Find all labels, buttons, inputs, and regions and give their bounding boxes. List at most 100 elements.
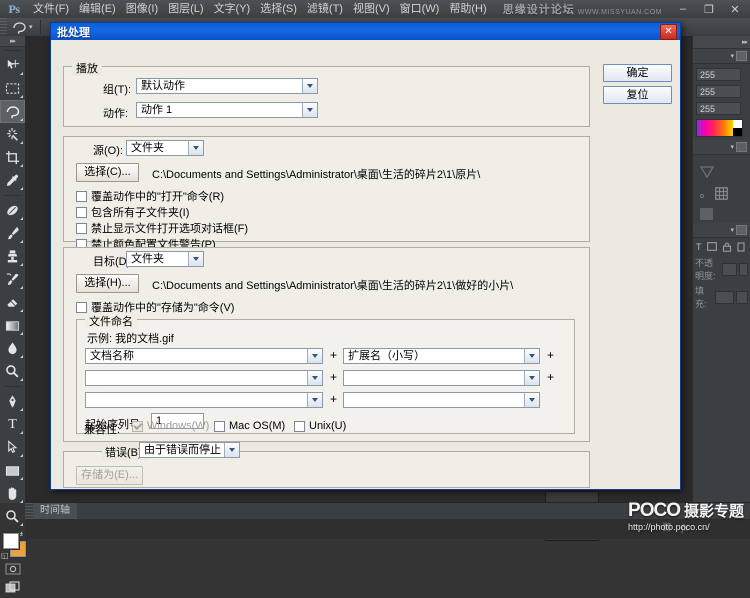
color-green-field[interactable]: 255 [696, 85, 741, 98]
checkbox-box[interactable] [76, 302, 87, 313]
menu-select[interactable]: 选择(S) [255, 0, 302, 18]
naming-row-2-left-dropdown[interactable] [85, 370, 323, 386]
chevron-down-icon[interactable] [302, 103, 317, 117]
white-swatch[interactable] [733, 120, 742, 128]
white-black-swatches[interactable] [733, 120, 742, 136]
chevron-down-icon[interactable] [307, 371, 322, 385]
batch-dialog[interactable]: 批处理 ✕ 确定 复位 播放 组(T): 默认动作 动作: 动作 1 [50, 22, 681, 490]
checkbox-box[interactable] [214, 421, 225, 432]
naming-row-1-right-dropdown[interactable]: 扩展名（小写） [343, 348, 540, 364]
override-open-checkbox[interactable]: 覆盖动作中的"打开"命令(R) [76, 188, 224, 204]
chevron-down-icon[interactable] [188, 141, 203, 155]
chevron-down-icon[interactable] [224, 443, 239, 457]
layer-style-fx-icon[interactable]: fx [682, 523, 689, 533]
suppress-open-dialogs-checkbox[interactable]: 禁止显示文件打开选项对话框(F) [76, 220, 248, 236]
fill-input[interactable] [715, 291, 734, 304]
naming-row-3-right-dropdown[interactable] [343, 392, 540, 408]
tool-history-brush[interactable] [0, 268, 25, 291]
restore-icon[interactable]: ❐ [696, 1, 722, 17]
chevron-down-icon[interactable] [524, 371, 539, 385]
tool-hand[interactable] [0, 482, 25, 505]
minimize-icon[interactable]: – [670, 1, 696, 17]
dialog-close-icon[interactable]: ✕ [660, 24, 677, 40]
tool-chevron-down-icon[interactable]: ▾ [29, 23, 33, 31]
tool-crop[interactable] [0, 146, 25, 169]
color-spectrum[interactable] [697, 120, 733, 136]
tool-zoom[interactable] [0, 505, 25, 528]
destination-dropdown[interactable]: 文件夹 [126, 251, 204, 267]
quick-mask-button[interactable] [0, 560, 25, 578]
ok-button[interactable]: 确定 [603, 64, 672, 82]
adjustment-presets[interactable] [696, 183, 747, 204]
tool-lasso[interactable] [0, 100, 25, 123]
panel-chevron-down-icon[interactable]: ▾ [730, 226, 734, 234]
naming-row-1-left-dropdown[interactable]: 文档名称 [85, 348, 323, 364]
tool-move[interactable] [0, 54, 25, 77]
tool-clone-stamp[interactable] [0, 245, 25, 268]
chevron-down-icon[interactable] [524, 393, 539, 407]
menu-type[interactable]: 文字(Y) [209, 0, 256, 18]
tool-path-selection[interactable] [0, 436, 25, 459]
layers-panel-tabs[interactable]: ▾ [693, 223, 750, 238]
layer-action-icons[interactable]: ⛓ fx [661, 522, 688, 533]
color-swatches[interactable]: ⇄ ◱ [0, 530, 25, 560]
color-red-field[interactable]: 255 [696, 68, 741, 81]
close-icon[interactable]: ✕ [722, 1, 748, 17]
tool-rectangular-marquee[interactable] [0, 77, 25, 100]
tool-eyedropper[interactable] [0, 169, 25, 192]
panel-chevron-down-icon[interactable]: ▾ [730, 143, 734, 151]
chevron-down-icon[interactable] [188, 252, 203, 266]
include-subfolders-checkbox[interactable]: 包含所有子文件夹(I) [76, 204, 189, 220]
compat-unix-checkbox[interactable]: Unix(U) [294, 420, 346, 432]
chevron-down-icon[interactable] [302, 79, 317, 93]
adjustments-panel-tabs[interactable]: ▾ [693, 140, 750, 155]
fill-chevron-down-icon[interactable] [736, 291, 748, 304]
active-tool-preset[interactable]: ▾ [7, 20, 37, 34]
dock-collapse-button[interactable]: ▸▸ [693, 36, 750, 49]
tool-dodge[interactable] [0, 360, 25, 383]
menu-window[interactable]: 窗口(W) [395, 0, 445, 18]
tool-gradient[interactable] [0, 314, 25, 337]
panel-menu-icon[interactable] [736, 51, 747, 61]
menu-view[interactable]: 视图(V) [348, 0, 395, 18]
default-colors-icon[interactable]: ◱ [1, 551, 9, 560]
dialog-title-bar[interactable]: 批处理 ✕ [51, 23, 680, 40]
adjustment-thumbnail[interactable] [700, 208, 713, 220]
menu-layer[interactable]: 图层(L) [163, 0, 208, 18]
chevron-down-icon[interactable] [524, 349, 539, 363]
foreground-color-swatch[interactable] [3, 533, 19, 549]
tool-pen[interactable] [0, 390, 25, 413]
menu-edit[interactable]: 编辑(E) [74, 0, 121, 18]
chevron-down-icon[interactable] [307, 349, 322, 363]
black-swatch[interactable] [733, 128, 742, 136]
checkbox-box[interactable] [294, 421, 305, 432]
tool-magic-wand[interactable] [0, 123, 25, 146]
filter-type-icon[interactable]: T [696, 242, 702, 252]
panel-menu-icon[interactable] [736, 225, 747, 235]
reset-button[interactable]: 复位 [603, 86, 672, 104]
menu-image[interactable]: 图像(I) [121, 0, 163, 18]
link-layers-icon[interactable]: ⛓ [661, 522, 672, 533]
tool-brush[interactable] [0, 222, 25, 245]
timeline-body[interactable] [25, 520, 750, 539]
destination-choose-button[interactable]: 选择(H)... [76, 274, 139, 293]
source-dropdown[interactable]: 文件夹 [126, 140, 204, 156]
color-panel-tabs[interactable]: ▾ [693, 49, 750, 64]
checkbox-box[interactable] [76, 191, 87, 202]
layer-fill-row[interactable]: 填充: [693, 283, 750, 311]
options-bar-grip[interactable] [0, 18, 7, 36]
layer-opacity-row[interactable]: 不透明度: [693, 255, 750, 283]
toolbox-collapse-button[interactable]: ▸▸ [0, 36, 25, 47]
opacity-input[interactable] [722, 263, 737, 276]
menu-filter[interactable]: 滤镜(T) [302, 0, 348, 18]
panel-menu-icon[interactable] [736, 142, 747, 152]
screen-mode-button[interactable] [0, 578, 25, 598]
checkbox-box[interactable] [76, 223, 87, 234]
tool-eraser[interactable] [0, 291, 25, 314]
checkbox-box[interactable] [76, 207, 87, 218]
tool-blur[interactable] [0, 337, 25, 360]
tool-rectangle[interactable] [0, 459, 25, 482]
menu-file[interactable]: 文件(F) [28, 0, 74, 18]
menu-help[interactable]: 帮助(H) [444, 0, 491, 18]
layer-filter-row[interactable]: T [693, 238, 750, 255]
